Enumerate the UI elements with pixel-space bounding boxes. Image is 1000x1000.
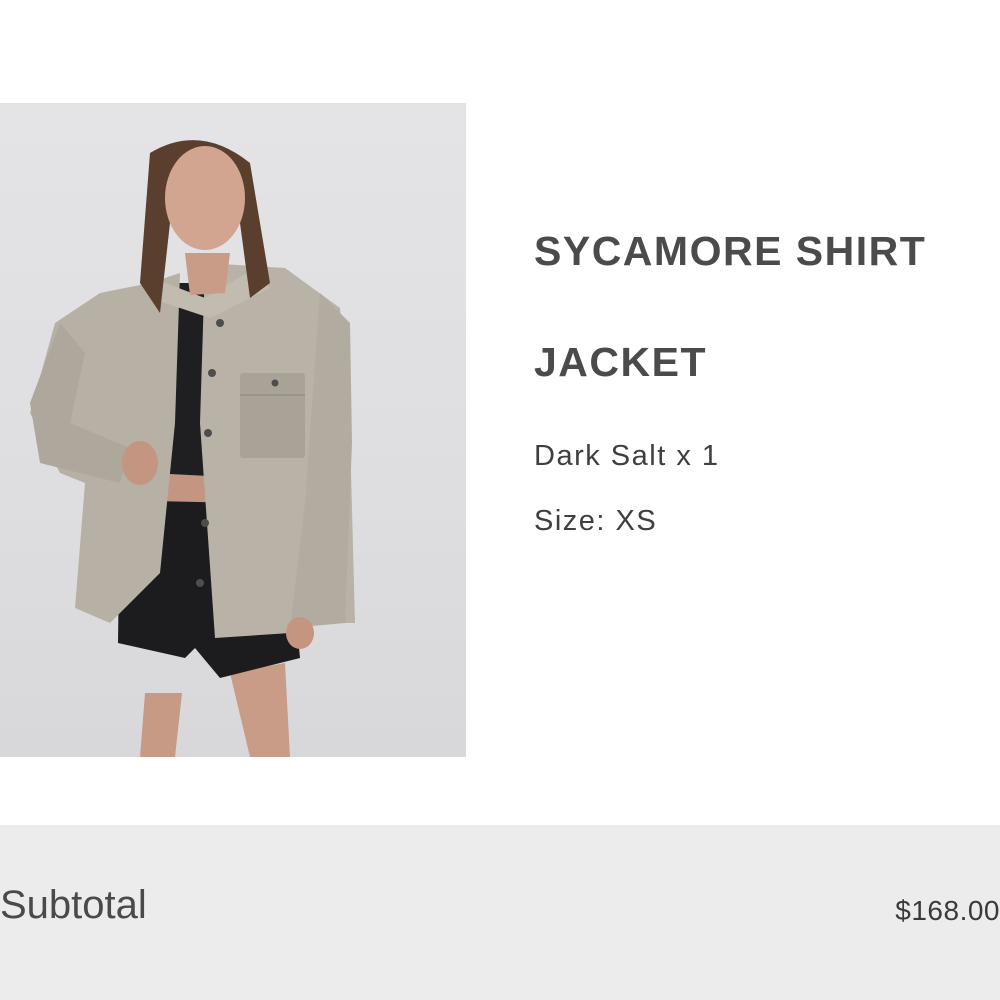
subtotal-label: Subtotal: [0, 883, 147, 927]
product-variant-quantity: Dark Salt x 1: [534, 440, 720, 472]
subtotal-value: $168.00: [895, 895, 1000, 926]
product-title: SYCAMORE SHIRT JACKET: [534, 228, 927, 385]
order-summary-bar: Subtotal $168.00: [0, 825, 1000, 1000]
product-image: [0, 103, 466, 757]
product-size: Size: XS: [534, 505, 658, 537]
product-photo-illustration: [30, 140, 355, 757]
